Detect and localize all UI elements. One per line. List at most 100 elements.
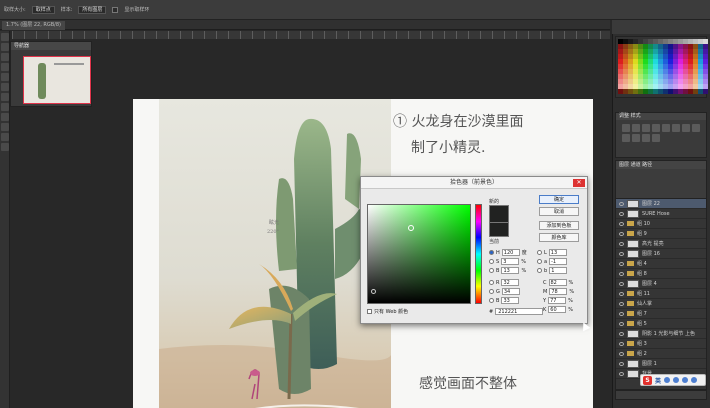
exposure-adjust-icon[interactable] <box>652 124 660 132</box>
eye-icon[interactable] <box>619 361 624 366</box>
saturation-input[interactable]: 3 <box>501 258 520 265</box>
move-tool-icon[interactable] <box>1 33 9 41</box>
layer-row[interactable]: 仙人掌 <box>616 299 706 309</box>
eye-icon[interactable] <box>619 211 624 216</box>
eyedropper-tool-icon[interactable] <box>1 73 9 81</box>
channel-mixer-adjust-icon[interactable] <box>632 134 640 142</box>
close-icon[interactable]: ✕ <box>573 179 585 187</box>
layer-row[interactable]: 组 4 <box>616 259 706 269</box>
eye-icon[interactable] <box>619 271 624 276</box>
eye-icon[interactable] <box>619 321 624 326</box>
layer-row[interactable]: 组 11 <box>616 289 706 299</box>
layers-toolbar[interactable] <box>616 169 706 199</box>
layer-row[interactable]: 组 5 <box>616 319 706 329</box>
lab-b-input[interactable]: 1 <box>549 267 568 274</box>
color-field-marker[interactable] <box>408 225 414 231</box>
layers-footer[interactable] <box>615 390 707 400</box>
gradient-tool-icon[interactable] <box>1 103 9 111</box>
lab-l-input[interactable]: 13 <box>548 249 567 256</box>
bw-adjust-icon[interactable] <box>692 124 700 132</box>
text-tool-icon[interactable] <box>1 123 9 131</box>
ime-punct-icon[interactable] <box>664 377 671 383</box>
web-only-checkbox[interactable] <box>367 309 372 314</box>
hue-radio[interactable] <box>489 250 494 255</box>
photo-filter-adjust-icon[interactable] <box>622 134 630 142</box>
cancel-button[interactable]: 取消 <box>539 207 579 216</box>
red-input[interactable]: 32 <box>501 279 520 286</box>
pen-tool-icon[interactable] <box>1 113 9 121</box>
layer-row[interactable]: 组 8 <box>616 269 706 279</box>
navigator-title[interactable]: 导航器 <box>11 42 91 50</box>
lasso-tool-icon[interactable] <box>1 53 9 61</box>
current-color-swatch[interactable] <box>489 223 509 237</box>
layer-row[interactable]: SURE Hose <box>616 209 706 219</box>
layer-row[interactable]: 组 10 <box>616 219 706 229</box>
brightness-adjust-icon[interactable] <box>622 124 630 132</box>
layer-row[interactable]: 组 3 <box>616 339 706 349</box>
eye-icon[interactable] <box>619 331 624 336</box>
eye-icon[interactable] <box>619 341 624 346</box>
eye-icon[interactable] <box>619 261 624 266</box>
black-input[interactable]: 60 <box>548 306 567 313</box>
layer-row[interactable]: 图层 16 <box>616 249 706 259</box>
hue-slider[interactable] <box>475 204 482 304</box>
eye-icon[interactable] <box>619 281 624 286</box>
color-field[interactable] <box>367 204 471 304</box>
lab-b-radio[interactable] <box>537 268 542 273</box>
invert-adjust-icon[interactable] <box>652 134 660 142</box>
levels-adjust-icon[interactable] <box>632 124 640 132</box>
lab-a-radio[interactable] <box>537 259 542 264</box>
hue-adjust-icon[interactable] <box>672 124 680 132</box>
layer-row[interactable]: 图层 4 <box>616 279 706 289</box>
ime-logo[interactable]: S <box>643 375 652 385</box>
zoom-tool-icon[interactable] <box>1 143 9 151</box>
color-libraries-button[interactable]: 颜色库 <box>539 233 579 242</box>
eye-icon[interactable] <box>619 311 624 316</box>
eye-icon[interactable] <box>619 291 624 296</box>
navigator-thumbnail[interactable] <box>23 56 91 104</box>
eye-icon[interactable] <box>619 231 624 236</box>
blue-radio[interactable] <box>489 298 494 303</box>
cyan-input[interactable]: 82 <box>548 279 567 286</box>
ok-button[interactable]: 确定 <box>539 195 579 204</box>
eraser-tool-icon[interactable] <box>1 93 9 101</box>
layer-row[interactable]: 组 2 <box>616 349 706 359</box>
sample-size-select[interactable]: 取样点 <box>31 5 55 14</box>
eye-icon[interactable] <box>619 351 624 356</box>
hex-input[interactable]: 212221 <box>495 308 544 315</box>
ime-keyboard-icon[interactable] <box>682 377 689 383</box>
ime-language[interactable]: 英 <box>655 376 661 385</box>
lab-a-input[interactable]: -1 <box>549 258 568 265</box>
sample-select[interactable]: 所有图层 <box>78 5 107 14</box>
brush-tool-icon[interactable] <box>1 83 9 91</box>
eye-icon[interactable] <box>619 241 624 246</box>
vibrance-adjust-icon[interactable] <box>662 124 670 132</box>
yellow-input[interactable]: 77 <box>548 297 567 304</box>
eye-icon[interactable] <box>619 201 624 206</box>
eye-icon[interactable] <box>619 251 624 256</box>
layer-row[interactable]: 高光 提亮 <box>616 239 706 249</box>
eye-icon[interactable] <box>619 221 624 226</box>
red-radio[interactable] <box>489 280 494 285</box>
eye-icon[interactable] <box>619 301 624 306</box>
brightness-radio[interactable] <box>489 268 494 273</box>
layer-row[interactable]: 组 9 <box>616 229 706 239</box>
hand-tool-icon[interactable] <box>1 133 9 141</box>
document-tab[interactable]: 1.7% (图层 22, RGB/8) <box>2 21 65 30</box>
hue-input[interactable]: 120 <box>501 249 520 256</box>
crop-tool-icon[interactable] <box>1 63 9 71</box>
show-ring-checkbox[interactable] <box>112 6 119 13</box>
lookup-adjust-icon[interactable] <box>642 134 650 142</box>
layers-title[interactable]: 图层 通道 路径 <box>616 161 706 169</box>
lab-l-radio[interactable] <box>537 250 542 255</box>
green-input[interactable]: 34 <box>501 288 520 295</box>
ime-toolbar[interactable]: S 英 <box>640 374 706 386</box>
eye-icon[interactable] <box>619 371 624 376</box>
color-balance-adjust-icon[interactable] <box>682 124 690 132</box>
add-to-swatches-button[interactable]: 添加到色板 <box>539 221 579 230</box>
curves-adjust-icon[interactable] <box>642 124 650 132</box>
magenta-input[interactable]: 78 <box>549 288 568 295</box>
layer-row[interactable]: 阴影 1 光影与细节 上色 <box>616 329 706 339</box>
swatch-grid[interactable] <box>618 39 708 94</box>
layer-row[interactable]: 图层 1 <box>616 359 706 369</box>
